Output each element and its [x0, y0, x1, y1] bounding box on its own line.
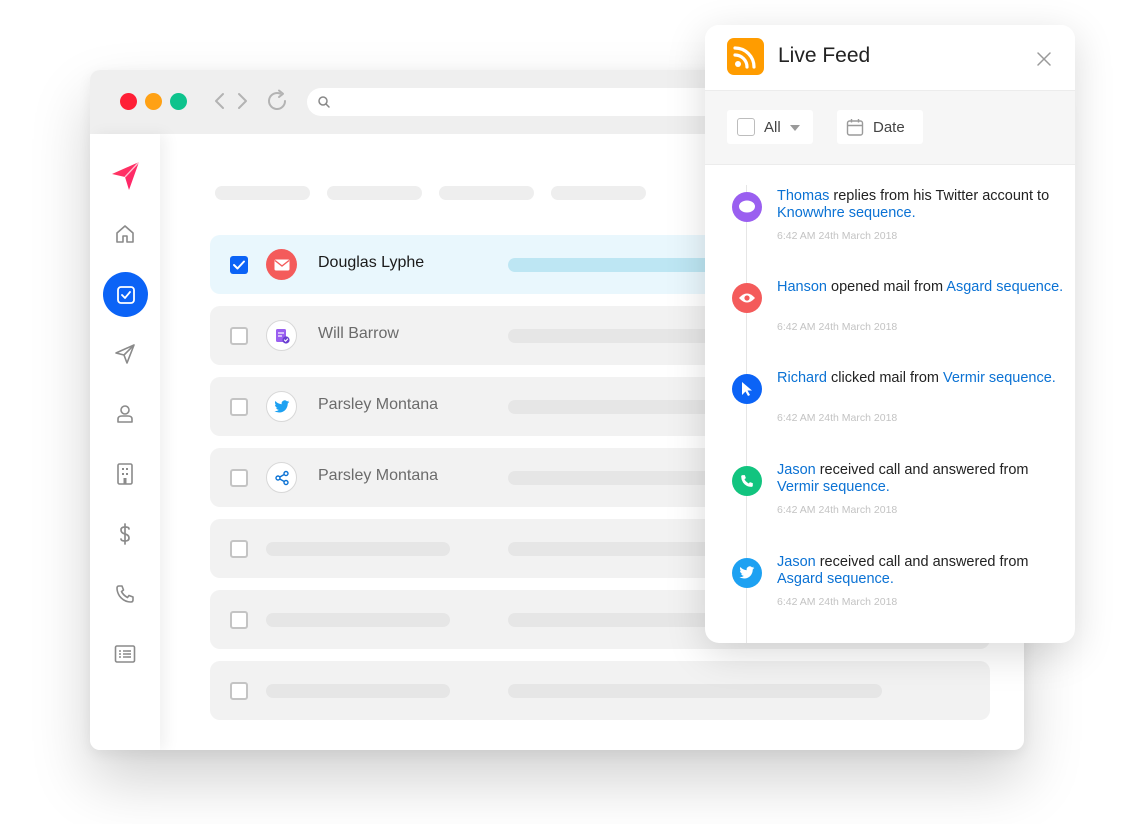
- paper-plane-logo-icon[interactable]: [105, 156, 145, 196]
- home-icon[interactable]: [105, 214, 145, 254]
- contact-name: Parsley Montana: [318, 396, 439, 413]
- search-icon: [317, 95, 331, 114]
- reload-icon[interactable]: [265, 89, 291, 113]
- event-action: received call and answered from: [815, 554, 1029, 570]
- row-checkbox[interactable]: [230, 327, 248, 345]
- row-checkbox[interactable]: [230, 682, 248, 700]
- minimize-dot[interactable]: [145, 93, 162, 110]
- header-placeholder: [439, 186, 534, 200]
- send-icon[interactable]: [105, 334, 145, 374]
- close-dot[interactable]: [120, 93, 137, 110]
- filter-all-label: All: [764, 118, 781, 136]
- event-text: Richard clicked mail from Vermir sequenc…: [777, 370, 1067, 387]
- event-text: Jason received call and answered from As…: [777, 554, 1067, 588]
- event-timestamp: 6:42 AM 24th March 2018: [777, 230, 898, 242]
- event-sequence-link[interactable]: Knowwhre sequence.: [777, 205, 916, 221]
- live-feed-title: Live Feed: [778, 44, 871, 67]
- phone-icon[interactable]: [105, 574, 145, 614]
- chevron-left-icon[interactable]: [210, 89, 230, 113]
- header-placeholder: [215, 186, 310, 200]
- live-feed-panel: Live Feed All Date Thomas replies from h…: [705, 25, 1075, 643]
- mail-icon: [266, 249, 297, 280]
- task-check-icon[interactable]: [103, 272, 148, 317]
- name-placeholder: [266, 613, 450, 627]
- event-action: replies from his Twitter account to: [829, 188, 1050, 204]
- contact-name: Douglas Lyphe: [318, 254, 425, 271]
- event-actor-link[interactable]: Hanson: [777, 279, 827, 295]
- event-actor-link[interactable]: Richard: [777, 370, 827, 386]
- filter-date-label: Date: [873, 118, 905, 136]
- event-sequence-link[interactable]: Vermir sequence.: [943, 370, 1056, 386]
- event-timestamp: 6:42 AM 24th March 2018: [777, 596, 898, 608]
- close-icon[interactable]: [1036, 51, 1052, 67]
- caret-down-icon: [789, 118, 800, 136]
- eye-icon: [732, 283, 762, 313]
- event-timestamp: 6:42 AM 24th March 2018: [777, 321, 898, 333]
- event-sequence-link[interactable]: Asgard sequence.: [777, 571, 894, 587]
- event-timestamp: 6:42 AM 24th March 2018: [777, 504, 898, 516]
- event-text: Hanson opened mail from Asgard sequence.: [777, 279, 1067, 296]
- sidebar: [90, 134, 160, 750]
- select-all-checkbox[interactable]: [737, 118, 755, 136]
- event-sequence-link[interactable]: Vermir sequence.: [777, 479, 890, 495]
- event-action: received call and answered from: [815, 462, 1029, 478]
- list-icon[interactable]: [105, 634, 145, 674]
- event-text: Thomas replies from his Twitter account …: [777, 188, 1067, 222]
- event-action: clicked mail from: [826, 370, 943, 386]
- contact-name: Parsley Montana: [318, 467, 439, 484]
- event-actor-link[interactable]: Thomas: [777, 188, 829, 204]
- cursor-icon: [732, 374, 762, 404]
- feed-filters: All Date: [705, 91, 1075, 165]
- filter-all-dropdown[interactable]: All: [727, 110, 813, 144]
- calendar-icon: [846, 118, 864, 137]
- phone-icon: [732, 466, 762, 496]
- event-actor-link[interactable]: Jason: [777, 554, 816, 570]
- event-sequence-link[interactable]: Asgard sequence.: [946, 279, 1063, 295]
- dollar-icon[interactable]: [105, 514, 145, 554]
- twitter-icon: [732, 558, 762, 588]
- header-placeholder: [551, 186, 646, 200]
- row-checkbox[interactable]: [230, 398, 248, 416]
- name-placeholder: [266, 684, 450, 698]
- event-text: Jason received call and answered from Ve…: [777, 462, 1067, 496]
- row-checkbox[interactable]: [230, 256, 248, 274]
- filter-date-button[interactable]: Date: [837, 110, 923, 144]
- row-progress-bar: [508, 684, 882, 698]
- row-checkbox[interactable]: [230, 611, 248, 629]
- event-actor-link[interactable]: Jason: [777, 462, 816, 478]
- event-timestamp: 6:42 AM 24th March 2018: [777, 412, 898, 424]
- live-feed-header: Live Feed: [705, 25, 1075, 91]
- row-checkbox[interactable]: [230, 469, 248, 487]
- stage: Douglas Lyphe Will Barrow Parsley Montan…: [0, 0, 1122, 824]
- twitter-icon: [266, 391, 297, 422]
- row-checkbox[interactable]: [230, 540, 248, 558]
- header-placeholder: [327, 186, 422, 200]
- share-network-icon: [266, 462, 297, 493]
- event-action: opened mail from: [826, 279, 947, 295]
- task-icon: [266, 320, 297, 351]
- chat-bubble-icon: [732, 192, 762, 222]
- building-icon[interactable]: [105, 454, 145, 494]
- rss-icon: [727, 38, 764, 75]
- user-icon[interactable]: [105, 394, 145, 434]
- name-placeholder: [266, 542, 450, 556]
- contact-name: Will Barrow: [318, 325, 399, 342]
- list-row[interactable]: [210, 661, 990, 720]
- maximize-dot[interactable]: [170, 93, 187, 110]
- chevron-right-icon[interactable]: [232, 89, 252, 113]
